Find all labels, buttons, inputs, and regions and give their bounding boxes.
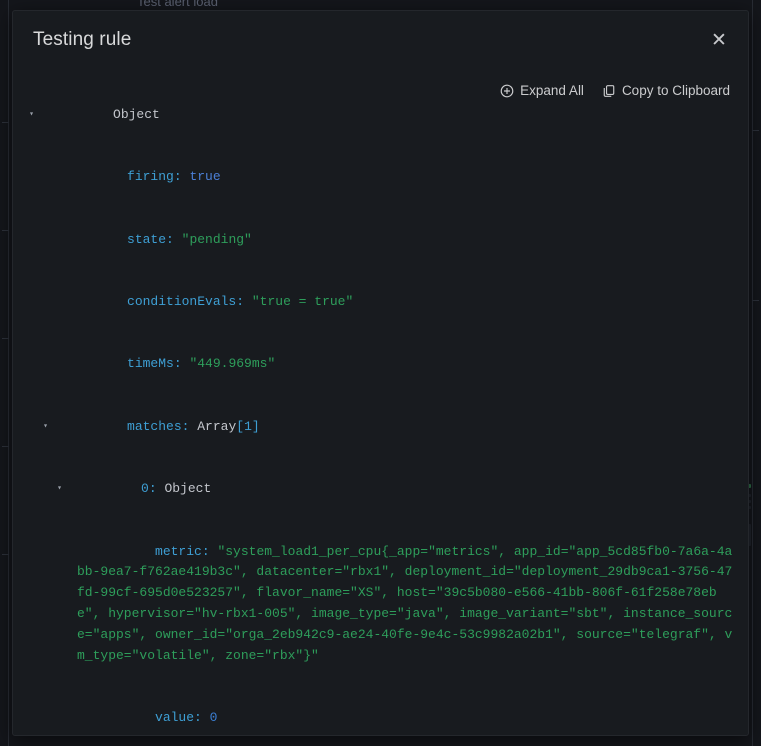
json-node-firing: firing: true xyxy=(25,146,736,208)
caret-open-icon[interactable]: ▾ xyxy=(27,105,36,126)
json-key: state: xyxy=(127,231,174,247)
json-value: 0 xyxy=(209,709,218,725)
json-node-matches-0[interactable]: ▾ 0: Object xyxy=(25,458,736,520)
json-node-state: state: "pending" xyxy=(25,209,736,271)
expand-all-button[interactable]: Expand All xyxy=(500,83,584,98)
caret-open-icon[interactable]: ▾ xyxy=(41,417,50,438)
json-node-metric: metric: "system_load1_per_cpu{_app="metr… xyxy=(25,521,736,687)
backdrop-tick xyxy=(752,130,759,131)
json-node-matches[interactable]: ▾ matches: Array[1] xyxy=(25,396,736,458)
backdrop-tick xyxy=(2,338,9,339)
testing-rule-modal: Testing rule ✕ Expand All Copy to Clipbo… xyxy=(12,10,749,736)
modal-title: Testing rule xyxy=(33,29,132,50)
json-root-label: Object xyxy=(113,106,160,122)
backdrop-right-rail xyxy=(752,0,753,746)
json-value: "pending" xyxy=(181,231,252,247)
json-value: "system_load1_per_cpu{_app="metrics", ap… xyxy=(77,543,733,663)
json-value: true xyxy=(189,169,221,185)
json-node-timeMs: timeMs: "449.969ms" xyxy=(25,334,736,396)
copy-icon xyxy=(602,84,616,98)
modal-header: Testing rule ✕ xyxy=(13,11,748,69)
backdrop-page-title: Test alert load xyxy=(137,0,218,9)
json-node-value: value: 0 xyxy=(25,687,736,735)
close-icon[interactable]: ✕ xyxy=(704,25,734,55)
screen: Test alert load Testing rule ✕ Expand Al… xyxy=(0,0,761,746)
json-type: Array xyxy=(197,418,237,434)
copy-to-clipboard-button[interactable]: Copy to Clipboard xyxy=(602,83,730,98)
caret-open-icon[interactable]: ▾ xyxy=(55,479,64,500)
backdrop-tick xyxy=(2,230,9,231)
backdrop-tick xyxy=(2,554,9,555)
plus-circle-icon xyxy=(500,84,514,98)
json-value: "true = true" xyxy=(251,293,354,309)
json-key: conditionEvals: xyxy=(127,293,245,309)
expand-all-label: Expand All xyxy=(520,83,584,98)
json-key: firing: xyxy=(127,169,182,185)
json-key: matches: xyxy=(127,418,190,434)
json-key: metric: xyxy=(155,543,210,559)
copy-label: Copy to Clipboard xyxy=(621,83,730,98)
json-actions: Expand All Copy to Clipboard xyxy=(500,83,730,98)
modal-body: Expand All Copy to Clipboard ▾ Object fi… xyxy=(13,69,748,735)
json-count: [1] xyxy=(236,418,260,434)
json-key: value: xyxy=(155,709,202,725)
json-tree-viewer: ▾ Object firing: true state: "pending" co… xyxy=(25,83,736,735)
json-value: "449.969ms" xyxy=(189,356,276,372)
backdrop-tick xyxy=(752,300,759,301)
json-index: 0: xyxy=(141,481,157,497)
json-node-conditionEvals: conditionEvals: "true = true" xyxy=(25,271,736,333)
json-key: timeMs: xyxy=(127,356,182,372)
backdrop-tick xyxy=(2,122,9,123)
backdrop-left-rail xyxy=(8,0,9,746)
json-type: Object xyxy=(164,481,212,497)
backdrop-tick xyxy=(2,446,9,447)
